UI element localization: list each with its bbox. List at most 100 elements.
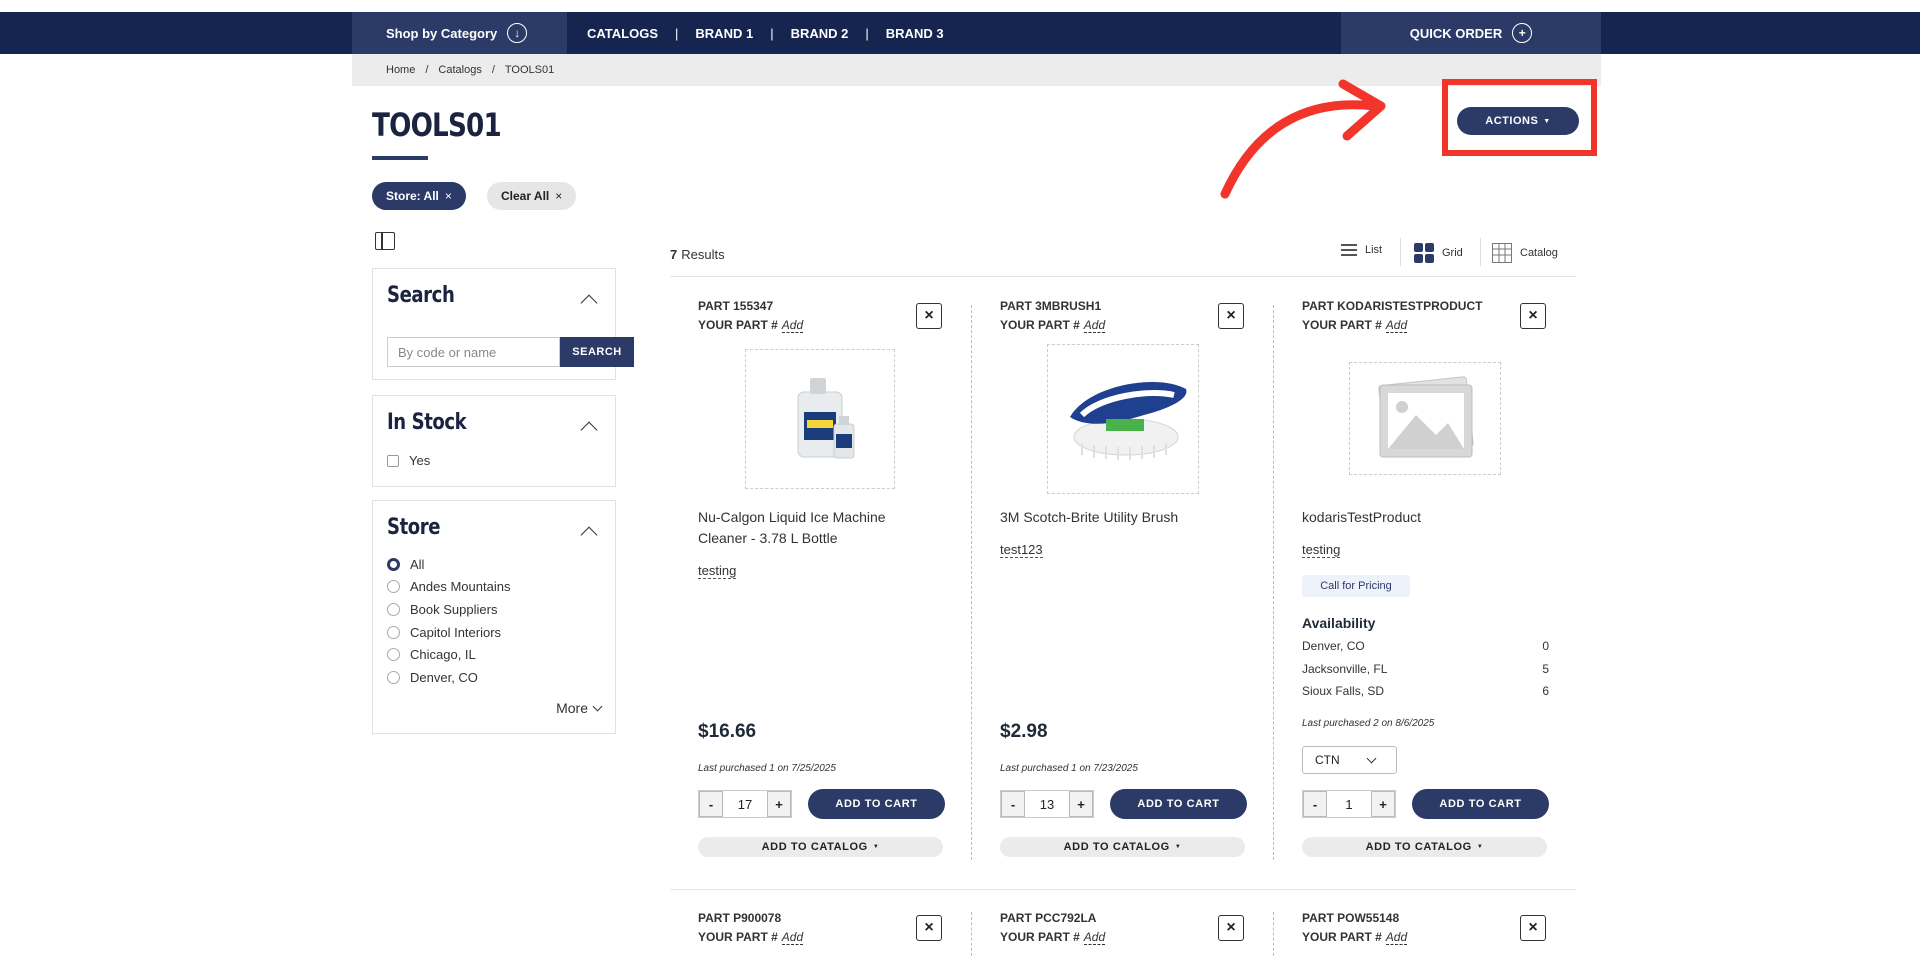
- radio[interactable]: [387, 626, 400, 639]
- radio[interactable]: [387, 580, 400, 593]
- search-input[interactable]: By code or name: [387, 337, 560, 367]
- quantity-stepper[interactable]: - 13 +: [1000, 790, 1094, 818]
- nav-separator: |: [770, 25, 774, 41]
- add-to-catalog-button[interactable]: ADD TO CATALOG ▼: [1000, 837, 1245, 857]
- search-button[interactable]: SEARCH: [560, 337, 634, 367]
- product-tag[interactable]: testing: [1302, 542, 1341, 558]
- add-your-part-link[interactable]: Add: [1083, 930, 1106, 945]
- remove-item-button[interactable]: ×: [916, 915, 942, 941]
- add-to-cart-button[interactable]: ADD TO CART: [1110, 789, 1247, 819]
- radio[interactable]: [387, 671, 400, 684]
- quick-order-button[interactable]: QUICK ORDER +: [1341, 12, 1601, 54]
- remove-item-button[interactable]: ×: [1218, 303, 1244, 329]
- store-more-link[interactable]: More: [556, 700, 603, 716]
- unit-of-measure-select[interactable]: CTN: [1302, 746, 1397, 774]
- sidebar-toggle-icon[interactable]: [375, 232, 395, 250]
- store-option[interactable]: Denver, CO: [387, 670, 478, 685]
- radio[interactable]: [387, 648, 400, 661]
- availability-qty: 6: [1542, 684, 1549, 698]
- view-catalog-option[interactable]: Catalog: [1492, 243, 1558, 263]
- quantity-stepper[interactable]: - 17 +: [698, 790, 792, 818]
- radio[interactable]: [387, 603, 400, 616]
- product-image[interactable]: [1349, 362, 1501, 475]
- remove-item-button[interactable]: ×: [916, 303, 942, 329]
- product-tag[interactable]: testing: [698, 563, 737, 579]
- add-your-part-link[interactable]: Add: [1385, 318, 1408, 333]
- view-list-option[interactable]: List: [1341, 243, 1382, 257]
- product-image[interactable]: [745, 349, 895, 489]
- close-icon[interactable]: ×: [555, 189, 562, 203]
- add-to-catalog-label: ADD TO CATALOG: [1365, 841, 1472, 853]
- view-list-label: List: [1365, 244, 1383, 256]
- product-name[interactable]: Nu-Calgon Liquid Ice Machine Cleaner - 3…: [698, 507, 928, 549]
- store-chip-label: Store: All: [386, 189, 439, 203]
- remove-item-button[interactable]: ×: [1218, 915, 1244, 941]
- add-your-part-link[interactable]: Add: [781, 318, 804, 333]
- breadcrumb-catalogs[interactable]: Catalogs: [438, 64, 481, 76]
- decrement-button[interactable]: -: [1001, 791, 1025, 817]
- chevron-up-icon[interactable]: [580, 526, 598, 544]
- image-placeholder-icon: [1378, 376, 1474, 458]
- add-to-cart-button[interactable]: ADD TO CART: [808, 789, 945, 819]
- quick-order-label: QUICK ORDER: [1409, 25, 1503, 41]
- catalog-table-icon: [1492, 243, 1512, 263]
- radio-selected[interactable]: [387, 558, 400, 571]
- chevron-up-icon[interactable]: [580, 294, 598, 312]
- remove-item-button[interactable]: ×: [1520, 303, 1546, 329]
- top-white-strip: [0, 0, 1920, 12]
- checkbox[interactable]: [387, 454, 399, 467]
- store-option[interactable]: Capitol Interiors: [387, 625, 501, 640]
- more-label: More: [556, 700, 588, 716]
- annotation-arrow-icon: [1220, 79, 1386, 199]
- availability-row: Jacksonville, FL 5: [1302, 662, 1549, 676]
- caret-down-icon: ▼: [1476, 844, 1484, 850]
- add-your-part-link[interactable]: Add: [1083, 318, 1106, 333]
- your-part-label: YOUR PART #: [698, 318, 778, 332]
- quantity-value[interactable]: 17: [723, 791, 767, 817]
- product-image[interactable]: [1047, 344, 1199, 494]
- nav-link-brand-2[interactable]: BRAND 2: [791, 26, 849, 41]
- quantity-value[interactable]: 1: [1327, 791, 1371, 817]
- increment-button[interactable]: +: [1371, 791, 1395, 817]
- in-stock-yes-option[interactable]: Yes: [387, 453, 430, 468]
- shop-by-category-button[interactable]: Shop by Category ↓: [352, 12, 567, 54]
- close-icon[interactable]: ×: [445, 189, 452, 203]
- actions-dropdown-button[interactable]: ACTIONS ▼: [1457, 107, 1579, 135]
- nav-separator: |: [865, 25, 869, 41]
- clear-all-chip[interactable]: Clear All ×: [487, 182, 577, 210]
- part-number: PART 155347: [698, 299, 774, 313]
- nav-link-catalogs[interactable]: CATALOGS: [587, 26, 658, 41]
- increment-button[interactable]: +: [767, 791, 791, 817]
- add-to-catalog-button[interactable]: ADD TO CATALOG ▼: [698, 837, 943, 857]
- availability-location: Sioux Falls, SD: [1302, 684, 1385, 698]
- decrement-button[interactable]: -: [1303, 791, 1327, 817]
- increment-button[interactable]: +: [1069, 791, 1093, 817]
- add-to-catalog-button[interactable]: ADD TO CATALOG ▼: [1302, 837, 1547, 857]
- your-part-field: YOUR PART # Add: [1302, 318, 1408, 333]
- product-name[interactable]: kodarisTestProduct: [1302, 507, 1532, 528]
- add-your-part-link[interactable]: Add: [1385, 930, 1408, 945]
- shop-by-category-label: Shop by Category: [386, 25, 498, 41]
- quantity-value[interactable]: 13: [1025, 791, 1069, 817]
- store-option-label: All: [410, 557, 425, 572]
- your-part-field: YOUR PART # Add: [1302, 930, 1408, 945]
- view-grid-option[interactable]: Grid: [1414, 243, 1463, 263]
- decrement-button[interactable]: -: [699, 791, 723, 817]
- breadcrumb-current: TOOLS01: [504, 64, 555, 76]
- nav-link-brand-3[interactable]: BRAND 3: [886, 26, 944, 41]
- quantity-stepper[interactable]: - 1 +: [1302, 790, 1396, 818]
- store-option[interactable]: Andes Mountains: [387, 579, 510, 594]
- product-tag[interactable]: test123: [1000, 542, 1043, 558]
- remove-item-button[interactable]: ×: [1520, 915, 1546, 941]
- add-your-part-link[interactable]: Add: [781, 930, 804, 945]
- store-option[interactable]: Book Suppliers: [387, 602, 497, 617]
- add-to-cart-button[interactable]: ADD TO CART: [1412, 789, 1549, 819]
- store-filter-chip[interactable]: Store: All ×: [372, 182, 466, 210]
- nav-link-brand-1[interactable]: BRAND 1: [695, 26, 753, 41]
- product-name[interactable]: 3M Scotch-Brite Utility Brush: [1000, 507, 1230, 528]
- breadcrumb-separator: /: [425, 64, 429, 76]
- chevron-up-icon[interactable]: [580, 421, 598, 439]
- store-option[interactable]: All: [387, 557, 424, 572]
- breadcrumb-home[interactable]: Home: [386, 64, 415, 76]
- store-option[interactable]: Chicago, IL: [387, 647, 476, 662]
